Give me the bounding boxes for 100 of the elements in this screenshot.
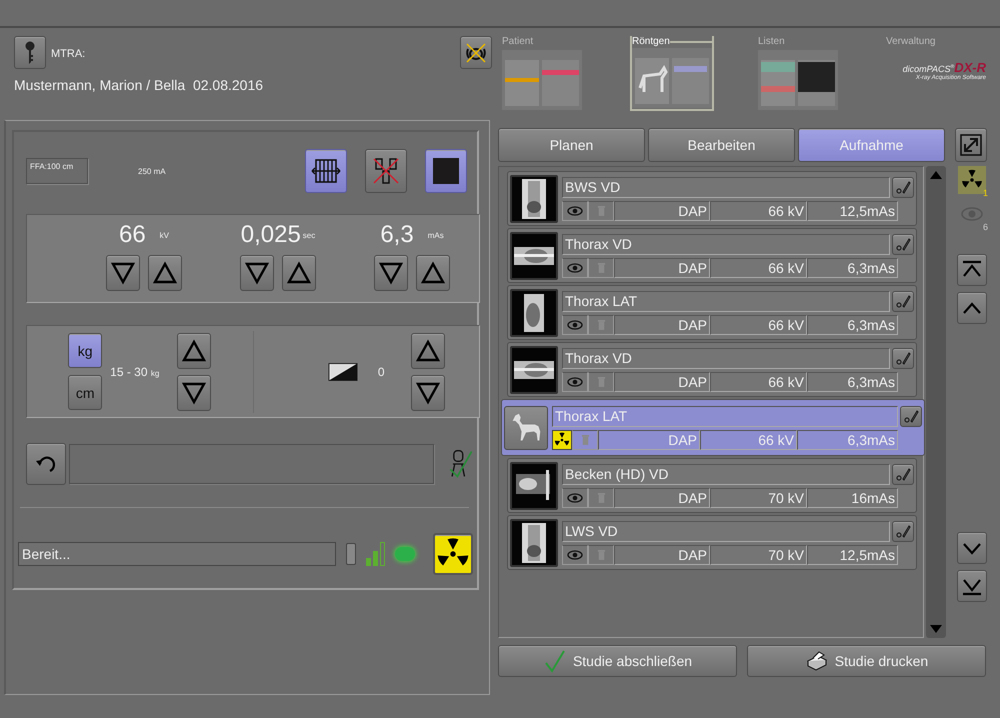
pen-icon xyxy=(895,523,911,539)
last-button[interactable] xyxy=(957,570,987,602)
mas-cell: 12,5mAs xyxy=(807,544,898,564)
parameter-value: 0,025 xyxy=(240,221,301,249)
dap-cell: DAP xyxy=(614,488,710,508)
triangle-up-icon xyxy=(287,261,311,285)
edit-button[interactable] xyxy=(892,234,914,254)
increase-button[interactable] xyxy=(410,332,445,368)
decrease-button[interactable] xyxy=(106,255,140,291)
dap-cell: DAP xyxy=(614,314,710,334)
tab[interactable]: Bearbeiten xyxy=(648,128,795,162)
exposure-item[interactable]: LWS VD DAP 70 kV 12,5mAs xyxy=(507,515,917,570)
decrease-button[interactable] xyxy=(177,374,212,410)
fullscreen-button[interactable] xyxy=(955,128,987,162)
radiation-button[interactable] xyxy=(433,533,473,575)
dap-cell: DAP xyxy=(614,372,710,392)
exposure-name: LWS VD xyxy=(562,520,890,542)
trash-icon xyxy=(580,433,590,446)
distance-field: FFA:100 cm xyxy=(26,158,88,184)
current-label: 250 mA xyxy=(138,166,166,176)
status-led xyxy=(395,547,415,561)
edit-button[interactable] xyxy=(892,464,914,484)
exposure-name: Thorax LAT xyxy=(552,406,898,426)
tab[interactable]: Planen xyxy=(498,128,645,162)
previous-button[interactable] xyxy=(957,292,987,324)
kv-cell: 66 kV xyxy=(710,200,807,220)
collimator-toggle[interactable] xyxy=(365,149,407,193)
next-button[interactable] xyxy=(957,532,987,564)
parameter-unit: sec xyxy=(302,230,316,240)
edit-button[interactable] xyxy=(892,176,914,198)
close-study-button[interactable]: Studie abschließen xyxy=(498,645,737,677)
exposure-item[interactable]: Thorax LAT DAP 66 kV 6,3mAs xyxy=(501,399,925,456)
module-tab[interactable]: Röntgen xyxy=(630,36,714,111)
edit-button[interactable] xyxy=(892,290,914,312)
printer-icon xyxy=(804,649,829,673)
parameter-unit: kV xyxy=(160,230,170,240)
edit-button[interactable] xyxy=(892,348,914,368)
edit-button[interactable] xyxy=(900,406,922,426)
decrease-button[interactable] xyxy=(410,374,445,410)
triangle-down-icon xyxy=(245,261,269,285)
kv-cell: 66 kV xyxy=(710,372,807,392)
unit-button[interactable]: cm xyxy=(68,375,102,410)
key-icon xyxy=(23,40,37,64)
triangle-up-icon xyxy=(182,338,206,362)
dap-cell: DAP xyxy=(614,200,710,220)
exposure-item[interactable]: Thorax VD DAP 66 kV 6,3mAs xyxy=(507,342,917,397)
increase-button[interactable] xyxy=(282,255,316,291)
density-value: 0 xyxy=(378,364,385,378)
edit-button[interactable] xyxy=(892,520,914,542)
exposure-name: BWS VD xyxy=(562,176,890,198)
grid-toggle[interactable] xyxy=(305,149,347,193)
battery-icon xyxy=(346,543,356,565)
exposure-item[interactable]: BWS VD DAP 66 kV 12,5mAs xyxy=(507,171,917,226)
triangle-up-icon xyxy=(421,261,445,285)
increase-button[interactable] xyxy=(416,255,450,291)
mas-cell: 12,5mAs xyxy=(807,200,898,220)
kv-cell: 66 kV xyxy=(710,258,807,278)
viewed-counter: 6 xyxy=(958,200,986,228)
unit-button[interactable]: kg xyxy=(68,333,102,368)
mas-cell: 6,3mAs xyxy=(797,430,898,450)
radiation-icon xyxy=(554,432,570,448)
pen-icon xyxy=(895,350,911,366)
pen-icon xyxy=(895,236,911,252)
exposure-name: Thorax VD xyxy=(562,348,890,368)
increase-button[interactable] xyxy=(177,332,212,368)
exposure-name: Thorax LAT xyxy=(562,290,890,312)
print-study-button[interactable]: Studie drucken xyxy=(747,645,986,677)
mas-cell: 6,3mAs xyxy=(807,258,898,278)
triangle-up-icon xyxy=(416,338,440,362)
tab[interactable]: Aufnahme xyxy=(798,128,945,162)
parameter-value: 6,3 xyxy=(380,221,414,249)
exposure-item[interactable]: Becken (HD) VD DAP 70 kV 16mAs xyxy=(507,458,917,513)
exposure-item[interactable]: Thorax LAT DAP 66 kV 6,3mAs xyxy=(507,285,917,340)
undo-button[interactable] xyxy=(26,443,66,485)
mas-cell: 6,3mAs xyxy=(807,372,898,392)
triangle-down-icon xyxy=(111,261,135,285)
crossed-animal-icon xyxy=(464,40,488,64)
decrease-button[interactable] xyxy=(240,255,274,291)
increase-button[interactable] xyxy=(148,255,182,291)
triangle-down-icon xyxy=(379,261,403,285)
exposure-name: Becken (HD) VD xyxy=(562,464,890,484)
scrollbar[interactable] xyxy=(926,166,946,638)
first-button[interactable] xyxy=(957,254,987,286)
module-tab[interactable]: Listen xyxy=(758,28,842,110)
field-toggle[interactable] xyxy=(425,149,467,193)
decrease-button[interactable] xyxy=(374,255,408,291)
exposure-item[interactable]: Thorax VD DAP 66 kV 6,3mAs xyxy=(507,228,917,283)
scroll-down-icon xyxy=(930,625,942,633)
role-label: MTRA: xyxy=(51,48,86,60)
pen-icon xyxy=(895,293,911,309)
dap-cell: DAP xyxy=(614,258,710,278)
status-field: Bereit... xyxy=(18,542,336,566)
module-tab[interactable]: Patient xyxy=(502,28,586,110)
size-range: 15 - 30 kg xyxy=(110,364,160,378)
expand-icon xyxy=(959,133,983,157)
key-button[interactable] xyxy=(14,36,46,69)
dap-cell: DAP xyxy=(614,544,710,564)
parameter-unit: mAs xyxy=(428,230,444,240)
kv-cell: 66 kV xyxy=(700,430,797,450)
dap-cell: DAP xyxy=(598,430,700,450)
